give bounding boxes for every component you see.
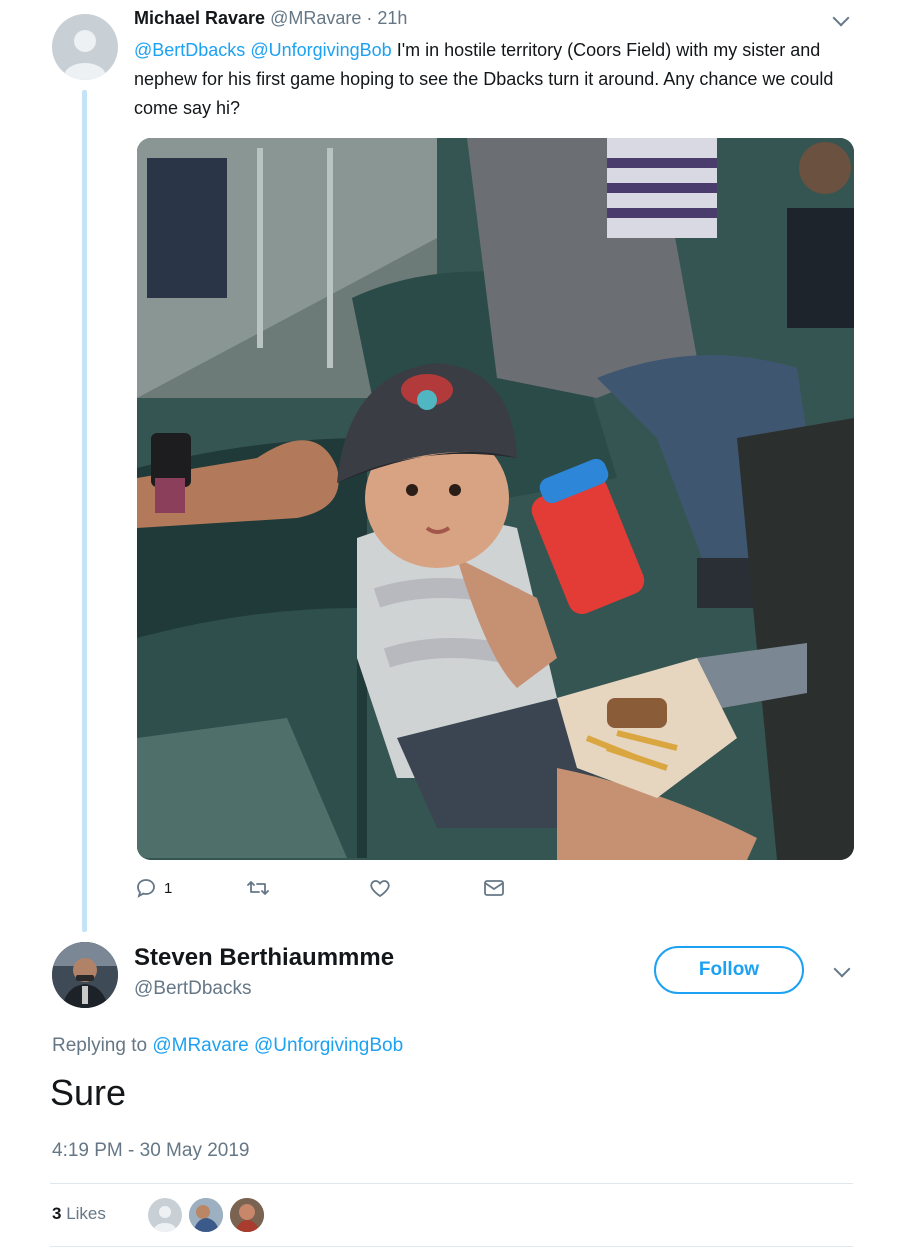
tweet-photo[interactable] [137,138,854,860]
divider [50,1246,853,1247]
mention-link[interactable]: @BertDbacks [134,40,245,60]
liker-avatar-image [189,1198,223,1232]
main-tweet-menu-chevron-icon[interactable] [833,960,851,978]
direct-message-action[interactable] [482,876,506,900]
reply-tweet-text: @BertDbacks @UnforgivingBob I'm in hosti… [134,36,844,123]
tweet-timestamp[interactable]: 4:19 PM - 30 May 2019 [52,1140,250,1162]
default-avatar-shoulders [63,62,107,80]
replying-to-line: Replying to @MRavare @UnforgivingBob [52,1035,403,1057]
likes-count: 3 [52,1204,62,1223]
reply-action[interactable]: 1 [134,876,172,900]
retweet-icon [247,881,269,895]
reply-tweet-header: Michael Ravare @MRavare · 21h [134,8,407,29]
retweet-action[interactable] [246,876,270,900]
reply-author-avatar[interactable] [52,14,118,80]
reply-author-handle[interactable]: @MRavare [270,8,361,28]
replying-to-label: Replying to [52,1035,148,1056]
likes-label: Likes [66,1204,106,1223]
main-author-avatar[interactable] [52,942,118,1008]
liker-avatar-image [230,1198,264,1232]
heart-icon [370,880,390,898]
liker-avatar[interactable] [230,1198,264,1232]
follow-button[interactable]: Follow [654,946,804,994]
divider [50,1183,853,1184]
mention-link[interactable]: @UnforgivingBob [250,40,391,60]
tweet-photo-illustration [137,138,854,860]
like-action[interactable] [368,876,392,900]
liker-avatar[interactable] [189,1198,223,1232]
reply-count: 1 [164,879,173,897]
reply-time-separator: · [366,8,378,28]
liker-avatar[interactable] [148,1198,182,1232]
main-author-name[interactable]: Steven Berthiaummme [134,944,394,972]
default-avatar-head [159,1206,171,1218]
envelope-icon [484,880,504,896]
replying-to-mentions[interactable]: @MRavare @UnforgivingBob [152,1035,403,1056]
reply-author-name[interactable]: Michael Ravare [134,8,265,28]
reply-tweet-menu-chevron-icon[interactable] [832,9,850,27]
main-author-avatar-image [52,942,118,1008]
main-tweet-text: Sure [50,1072,127,1113]
likes-stat[interactable]: 3 Likes [52,1204,106,1224]
reply-icon [137,879,155,898]
thread-connector-line [82,90,87,932]
main-author-handle[interactable]: @BertDbacks [134,978,252,1000]
default-avatar-head [73,29,97,53]
reply-time-ago[interactable]: 21h [377,8,407,28]
default-avatar-shoulders [154,1223,176,1232]
